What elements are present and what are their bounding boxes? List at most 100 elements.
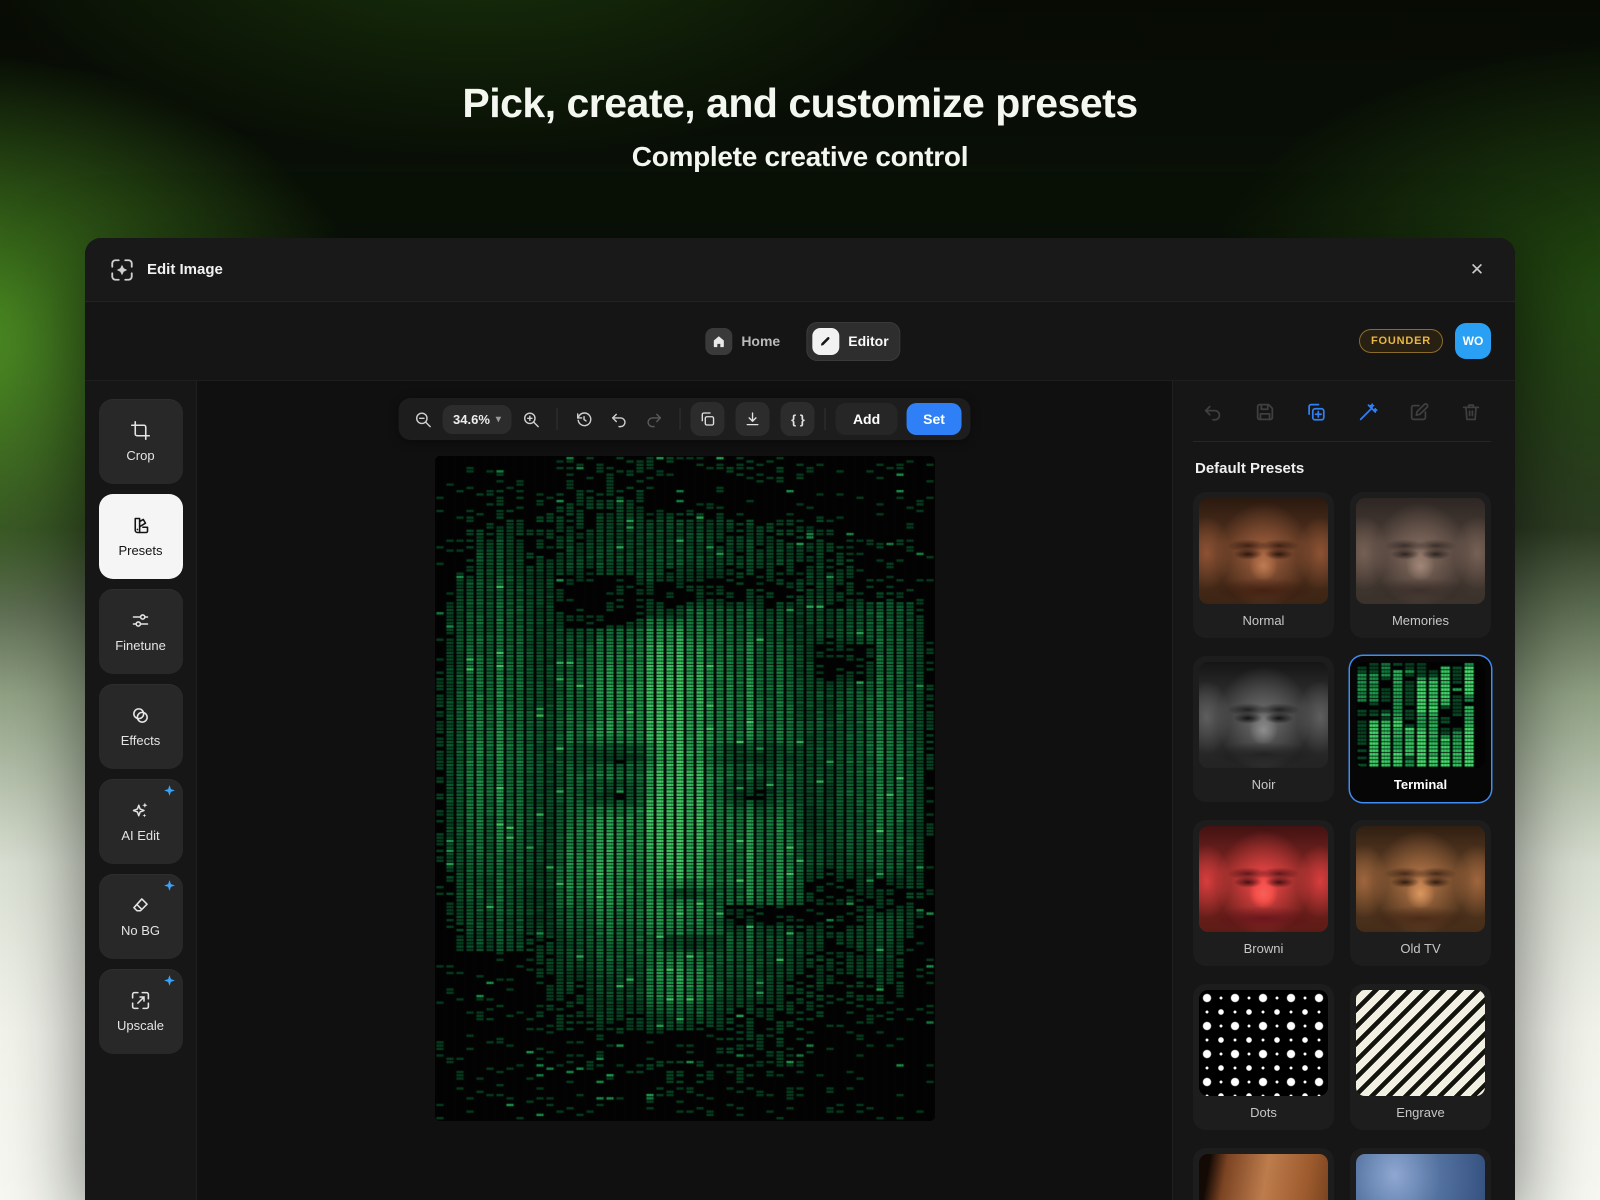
toolbar-divider (680, 408, 681, 430)
download-button[interactable] (736, 402, 770, 436)
editor-label: Editor (848, 333, 888, 349)
window-title: Edit Image (147, 261, 223, 278)
code-braces-button[interactable]: { } (781, 402, 815, 436)
founder-badge: FOUNDER (1359, 329, 1443, 353)
window-header: Edit Image ✕ (85, 238, 1515, 302)
preset-thumbnail (1356, 826, 1485, 932)
duplicate-button[interactable] (691, 402, 725, 436)
hero-title: Pick, create, and customize presets (0, 80, 1600, 127)
home-icon (705, 328, 732, 355)
presets-toolbar (1193, 399, 1491, 441)
preset-label: Noir (1199, 768, 1328, 802)
tool-ai-edit[interactable]: AI Edit (99, 779, 183, 864)
panel-divider (1193, 441, 1491, 442)
canvas-area: 34.6% ▾ (197, 381, 1172, 1200)
canvas-wrap (435, 456, 935, 1121)
magic-wand-button[interactable] (1356, 401, 1380, 425)
tool-label: Crop (126, 448, 154, 463)
preset-card-partial[interactable] (1193, 1148, 1334, 1200)
ai-edit-icon (130, 800, 151, 821)
preset-terminal[interactable]: Terminal (1350, 656, 1491, 802)
presets-heading: Default Presets (1195, 460, 1489, 477)
tool-label: No BG (121, 923, 160, 938)
add-button[interactable]: Add (836, 403, 897, 435)
preset-engrave[interactable]: Engrave (1350, 984, 1491, 1130)
tool-crop[interactable]: Crop (99, 399, 183, 484)
tool-no-bg[interactable]: No BG (99, 874, 183, 959)
hero-section: Pick, create, and customize presets Comp… (0, 0, 1600, 173)
tab-editor[interactable]: Editor (806, 322, 900, 361)
preset-browni[interactable]: Browni (1193, 820, 1334, 966)
top-navbar: Home Editor FOUNDER WO (85, 302, 1515, 380)
preset-thumbnail (1356, 498, 1485, 604)
preset-thumbnail (1199, 990, 1328, 1096)
tool-presets[interactable]: Presets (99, 494, 183, 579)
toolbar-divider (825, 408, 826, 430)
no-bg-eraser-icon (130, 895, 151, 916)
avatar[interactable]: WO (1455, 323, 1491, 359)
undo-button[interactable] (603, 403, 635, 435)
nav-tabs: Home Editor (699, 322, 900, 361)
finetune-icon (130, 610, 151, 631)
canvas-toolbar: 34.6% ▾ (398, 398, 971, 440)
crop-icon (130, 420, 151, 441)
duplicate-preset-button[interactable] (1304, 401, 1328, 425)
tool-label: Presets (118, 543, 162, 558)
tool-label: Finetune (115, 638, 166, 653)
tool-finetune[interactable]: Finetune (99, 589, 183, 674)
tool-upscale[interactable]: Upscale (99, 969, 183, 1054)
nav-right: FOUNDER WO (1359, 323, 1491, 359)
preset-thumbnail (1356, 662, 1485, 768)
close-button[interactable]: ✕ (1463, 256, 1491, 284)
preset-card-partial[interactable] (1350, 1148, 1491, 1200)
tool-effects[interactable]: Effects (99, 684, 183, 769)
upscale-icon (130, 990, 151, 1011)
tool-label: Upscale (117, 1018, 164, 1033)
preset-noir[interactable]: Noir (1193, 656, 1334, 802)
zoom-level-select[interactable]: 34.6% ▾ (442, 405, 512, 434)
edited-image-canvas[interactable] (435, 456, 935, 1121)
edit-icon (1408, 401, 1430, 423)
ai-badge-icon (163, 784, 176, 797)
preset-label: Old TV (1356, 932, 1485, 966)
edit-preset-button[interactable] (1407, 401, 1431, 425)
preset-grid: Normal Memories Noir Terminal (1193, 492, 1491, 1200)
ai-badge-icon (163, 879, 176, 892)
preset-old-tv[interactable]: Old TV (1350, 820, 1491, 966)
toolbar-divider (557, 408, 558, 430)
tools-sidebar: Crop Presets Finetune Effects AI Edit (85, 381, 197, 1200)
preset-thumbnail (1199, 498, 1328, 604)
effects-icon (130, 705, 151, 726)
copy-icon (699, 410, 717, 428)
zoom-level-value: 34.6% (453, 412, 490, 427)
tool-label: AI Edit (121, 828, 159, 843)
sparkle-frame-icon (109, 257, 135, 283)
set-button[interactable]: Set (906, 403, 962, 435)
preset-dots[interactable]: Dots (1193, 984, 1334, 1130)
preset-thumbnail (1356, 990, 1485, 1096)
zoom-out-button[interactable] (407, 403, 439, 435)
tab-home[interactable]: Home (699, 322, 792, 361)
undo-icon (1202, 401, 1224, 423)
pencil-icon (812, 328, 839, 355)
preset-label: Engrave (1356, 1096, 1485, 1130)
preset-label: Browni (1199, 932, 1328, 966)
zoom-in-button[interactable] (515, 403, 547, 435)
preset-label: Dots (1199, 1096, 1328, 1130)
delete-preset-button[interactable] (1459, 401, 1483, 425)
revert-button[interactable] (1201, 401, 1225, 425)
preset-memories[interactable]: Memories (1350, 492, 1491, 638)
preset-label: Memories (1356, 604, 1485, 638)
preset-label: Normal (1199, 604, 1328, 638)
preset-thumbnail (1199, 662, 1328, 768)
preset-thumbnail (1199, 1154, 1328, 1200)
trash-icon (1460, 401, 1482, 423)
preset-normal[interactable]: Normal (1193, 492, 1334, 638)
hero-subtitle: Complete creative control (0, 141, 1600, 173)
redo-button[interactable] (638, 403, 670, 435)
edit-image-window: Edit Image ✕ Home Editor FOUNDER WO (85, 238, 1515, 1200)
preset-thumbnail (1199, 826, 1328, 932)
save-preset-button[interactable] (1253, 401, 1277, 425)
copy-plus-icon (1305, 401, 1327, 423)
history-button[interactable] (568, 403, 600, 435)
